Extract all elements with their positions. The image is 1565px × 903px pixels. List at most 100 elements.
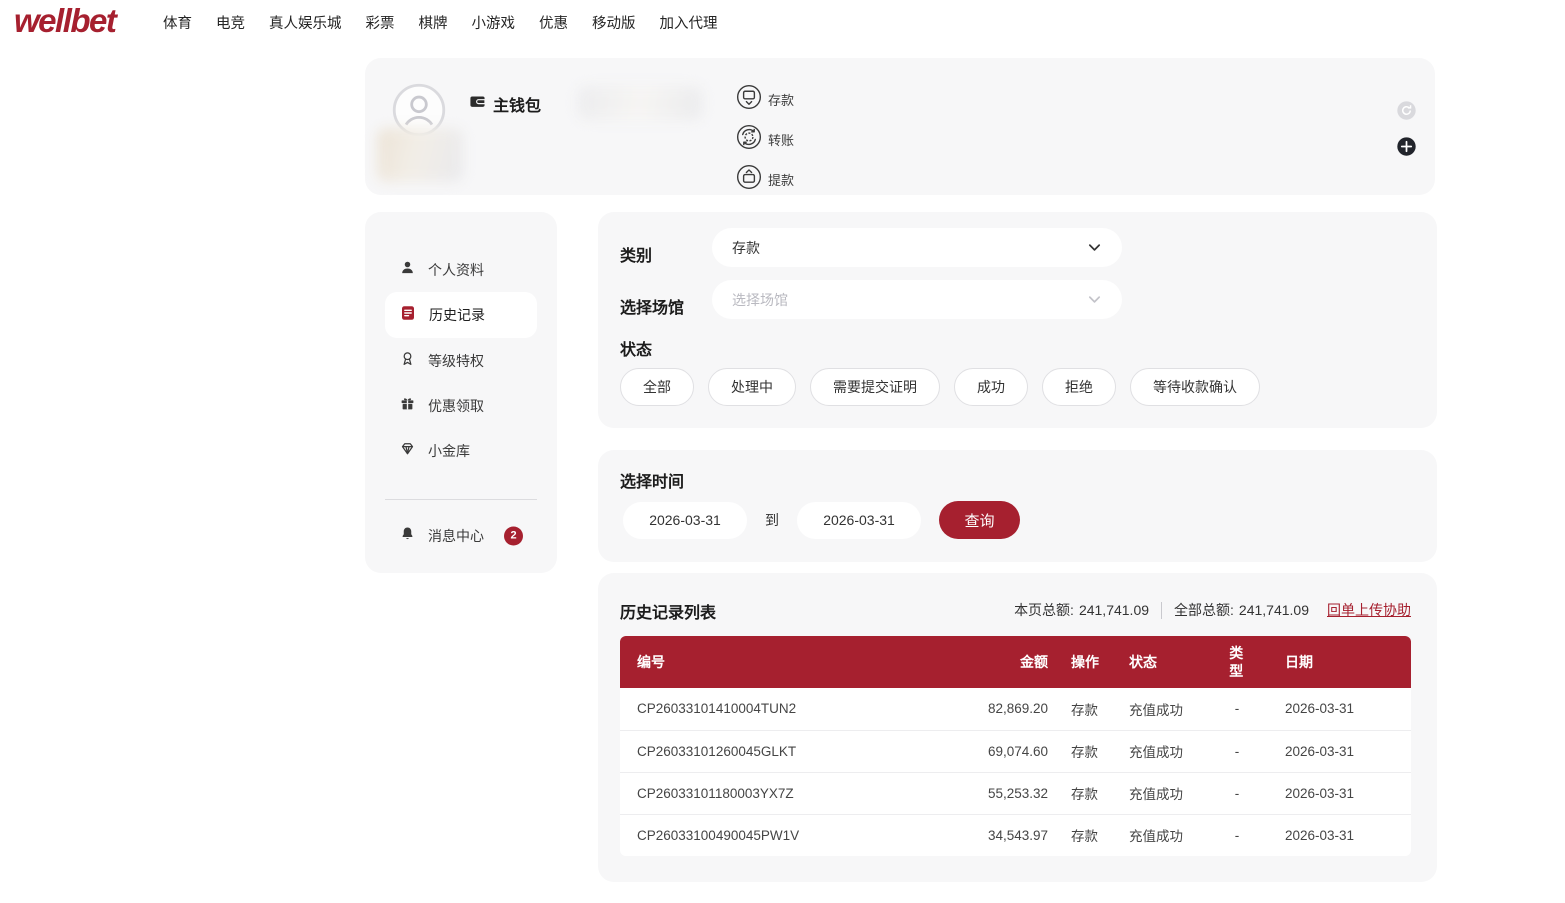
cell-type: - [1197, 688, 1277, 730]
cell-id: CP26033101260045GLKT [620, 730, 955, 772]
cell-operation: 存款 [1050, 772, 1127, 814]
deposit-icon [736, 84, 762, 115]
sidebar-item-promo-claim[interactable]: 优惠领取 [365, 383, 557, 428]
time-select-title: 选择时间 [620, 468, 684, 492]
cell-operation: 存款 [1050, 688, 1127, 730]
venue-placeholder: 选择场馆 [732, 290, 1087, 310]
wallet-actions: 存款 转账 [736, 84, 794, 195]
sidebar-item-history[interactable]: 历史记录 [385, 292, 537, 338]
nav-item-promotions[interactable]: 优惠 [539, 12, 568, 33]
withdraw-icon [736, 164, 762, 195]
status-pill-success[interactable]: 成功 [954, 368, 1028, 406]
nav-item-sports[interactable]: 体育 [163, 12, 192, 33]
cell-date: 2026-03-31 [1277, 730, 1411, 772]
sidebar-item-label: 历史记录 [429, 305, 485, 325]
sidebar-item-label: 小金库 [428, 441, 470, 461]
status-pill-all[interactable]: 全部 [620, 368, 694, 406]
history-list-title: 历史记录列表 [620, 599, 716, 623]
cell-date: 2026-03-31 [1277, 688, 1411, 730]
nav-item-live-casino[interactable]: 真人娱乐城 [269, 12, 342, 33]
status-pill-processing[interactable]: 处理中 [708, 368, 796, 406]
cell-date: 2026-03-31 [1277, 814, 1411, 856]
status-pill-awaiting-confirmation[interactable]: 等待收款确认 [1130, 368, 1260, 406]
column-header-date: 日期 [1277, 636, 1411, 688]
sidebar-item-vault[interactable]: 小金库 [365, 428, 557, 473]
time-select-card: 选择时间 到 查询 [598, 450, 1437, 562]
nav-item-board-games[interactable]: 棋牌 [419, 12, 448, 33]
blurred-username [377, 128, 463, 182]
cell-type: - [1197, 814, 1277, 856]
sidebar-item-label: 个人资料 [428, 260, 484, 280]
filter-card: 类别 存款 选择场馆 选择场馆 状态 全部 处理中 需要提交证明 成功 拒绝 等… [598, 212, 1437, 428]
category-select[interactable]: 存款 [712, 228, 1122, 267]
time-select-row: 到 查询 [623, 501, 1020, 539]
main-wallet: 主钱包 [469, 92, 541, 116]
medal-icon [400, 351, 415, 371]
sidebar-item-message-center[interactable]: 消息中心 2 [365, 513, 557, 558]
cell-id: CP26033101410004TUN2 [620, 688, 955, 730]
deposit-label: 存款 [768, 90, 794, 109]
date-to-input[interactable] [797, 502, 921, 539]
refresh-icon[interactable] [1396, 100, 1417, 121]
transfer-button[interactable]: 转账 [736, 124, 794, 155]
sidebar-item-vip-level[interactable]: 等级特权 [365, 338, 557, 383]
wellbet-logo[interactable]: wellbet [14, 2, 115, 40]
status-pill-rejected[interactable]: 拒绝 [1042, 368, 1116, 406]
bell-icon [400, 526, 415, 546]
cell-id: CP26033100490045PW1V [620, 814, 955, 856]
table-row: CP26033100490045PW1V 34,543.97 存款 充值成功 -… [620, 814, 1411, 856]
totals-divider [1161, 602, 1162, 619]
table-row: CP26033101410004TUN2 82,869.20 存款 充值成功 -… [620, 688, 1411, 730]
message-count-badge: 2 [504, 526, 523, 545]
status-pill-proof-required[interactable]: 需要提交证明 [810, 368, 940, 406]
nav-item-esports[interactable]: 电竞 [216, 12, 245, 33]
column-header-operation: 操作 [1050, 636, 1127, 688]
transfer-label: 转账 [768, 130, 794, 149]
column-header-id: 编号 [620, 636, 955, 688]
wallet-label: 主钱包 [493, 92, 541, 116]
column-header-type: 类型 [1197, 636, 1277, 688]
all-total-value: 241,741.09 [1239, 602, 1309, 618]
profile-card: 主钱包 存款 [365, 58, 1435, 195]
chevron-down-icon [1087, 240, 1102, 255]
cell-id: CP26033101180003YX7Z [620, 772, 955, 814]
blurred-balance [578, 86, 702, 120]
history-icon [400, 305, 416, 326]
cell-type: - [1197, 772, 1277, 814]
column-header-amount: 金额 [955, 636, 1050, 688]
venue-select[interactable]: 选择场馆 [712, 280, 1122, 319]
page: wellbet 体育 电竞 真人娱乐城 彩票 棋牌 小游戏 优惠 移动版 加入代… [0, 0, 1565, 903]
all-total-label: 全部总额: [1174, 600, 1234, 620]
cell-operation: 存款 [1050, 814, 1127, 856]
query-button[interactable]: 查询 [939, 501, 1020, 539]
add-wallet-button[interactable] [1396, 136, 1417, 157]
nav-item-join-agent[interactable]: 加入代理 [660, 12, 718, 33]
history-card: 历史记录列表 本页总额: 241,741.09 全部总额: 241,741.09… [598, 573, 1437, 882]
table-row: CP26033101260045GLKT 69,074.60 存款 充值成功 -… [620, 730, 1411, 772]
receipt-upload-link[interactable]: 回单上传协助 [1327, 600, 1411, 620]
cell-date: 2026-03-31 [1277, 772, 1411, 814]
cell-type: - [1197, 730, 1277, 772]
sidebar-item-profile[interactable]: 个人资料 [365, 247, 557, 292]
venue-label: 选择场馆 [620, 294, 684, 318]
table-row: CP26033101180003YX7Z 55,253.32 存款 充值成功 -… [620, 772, 1411, 814]
sidebar-item-label: 优惠领取 [428, 396, 484, 416]
sidebar-item-label: 消息中心 [428, 526, 484, 546]
nav-item-mobile[interactable]: 移动版 [592, 12, 636, 33]
user-icon [400, 260, 415, 280]
nav-item-lottery[interactable]: 彩票 [366, 12, 395, 33]
top-navigation: wellbet 体育 电竞 真人娱乐城 彩票 棋牌 小游戏 优惠 移动版 加入代… [0, 0, 1565, 44]
diamond-icon [400, 441, 415, 461]
date-from-input[interactable] [623, 502, 747, 539]
withdraw-button[interactable]: 提款 [736, 164, 794, 195]
nav-item-mini-games[interactable]: 小游戏 [472, 12, 516, 33]
category-value: 存款 [732, 238, 1087, 258]
main-menu: 体育 电竞 真人娱乐城 彩票 棋牌 小游戏 优惠 移动版 加入代理 [163, 0, 718, 44]
cell-status: 充值成功 [1127, 688, 1197, 730]
cell-status: 充值成功 [1127, 814, 1197, 856]
deposit-button[interactable]: 存款 [736, 84, 794, 115]
category-label: 类别 [620, 242, 652, 266]
history-totals: 本页总额: 241,741.09 全部总额: 241,741.09 回单上传协助 [1014, 600, 1411, 620]
transfer-icon [736, 124, 762, 155]
account-sidebar: 个人资料 历史记录 等级特权 [365, 212, 557, 573]
